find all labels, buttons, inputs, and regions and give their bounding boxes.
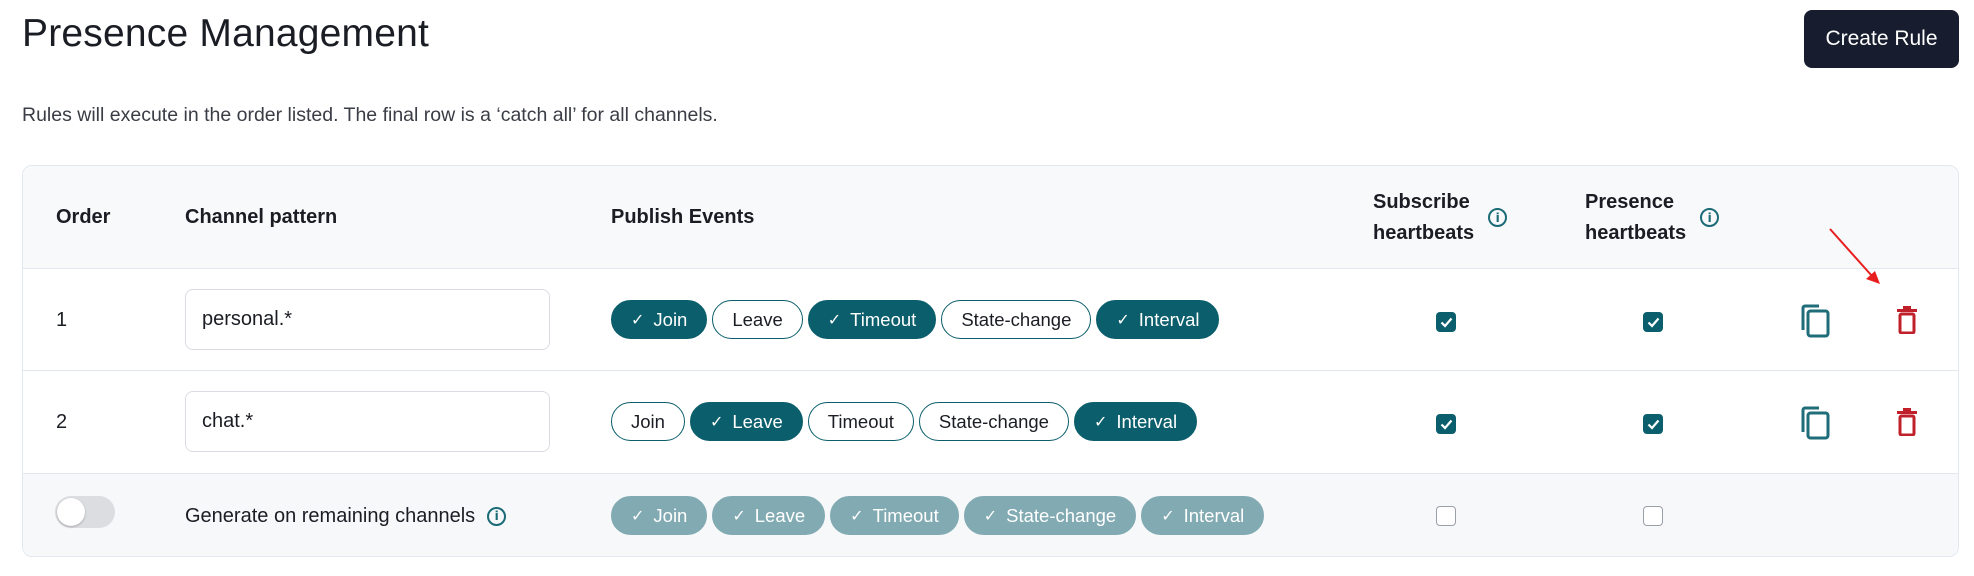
check-icon: ✓ [1116, 311, 1130, 329]
page-title: Presence Management [22, 12, 430, 55]
chip-label: Join [631, 410, 665, 432]
event-chip-timeout[interactable]: Timeout [807, 402, 914, 441]
header-publish-events: Publish Events [611, 206, 755, 228]
header-presence-heartbeats: Presence heartbeats i [1585, 166, 1720, 269]
header-channel-pattern: Channel pattern [185, 206, 338, 228]
check-icon: ✓ [850, 507, 864, 525]
table-row: 2 Join ✓ Leave Timeout State-change ✓ Inte… [23, 371, 1958, 474]
copy-rule-button[interactable] [1800, 304, 1832, 343]
event-chip-leave[interactable]: Leave [712, 300, 803, 339]
info-icon[interactable]: i [1488, 208, 1508, 227]
chip-label: State-change [961, 308, 1072, 330]
subscribe-heartbeats-checkbox[interactable] [1436, 506, 1456, 526]
event-chip-leave: ✓ Leave [712, 496, 826, 535]
header-subscribe-heartbeats: Subscribe heartbeats i [1373, 166, 1508, 269]
page-subtitle: Rules will execute in the order listed. … [22, 104, 718, 126]
subscribe-heartbeats-checkbox[interactable] [1436, 312, 1456, 332]
toggle-knob [57, 498, 85, 526]
event-chip-join[interactable]: Join [611, 402, 685, 441]
checkmark-icon [1440, 317, 1452, 328]
chip-label: State-change [1006, 504, 1117, 526]
header-presence-line2: heartbeats [1585, 221, 1687, 244]
delete-rule-button[interactable] [1897, 306, 1917, 339]
publish-events-chips: Join ✓ Leave Timeout State-change ✓ Interv… [611, 402, 1198, 441]
check-icon: ✓ [1093, 413, 1108, 431]
check-icon: ✓ [631, 507, 645, 525]
chip-label: Timeout [827, 410, 894, 432]
chip-label: Join [653, 504, 688, 526]
checkmark-icon [1440, 419, 1452, 430]
event-chip-state-change[interactable]: State-change [918, 402, 1069, 441]
chip-label: State-change [938, 410, 1049, 432]
chip-label: Join [653, 308, 688, 330]
check-icon: ✓ [709, 413, 724, 431]
chip-label: Leave [754, 504, 806, 526]
chip-label: Leave [732, 410, 783, 432]
channel-pattern-input[interactable] [185, 289, 550, 350]
channel-pattern-input[interactable] [185, 391, 550, 452]
event-chip-state-change: ✓ State-change [963, 496, 1137, 535]
check-icon: ✓ [732, 507, 746, 525]
catch-all-label: Generate on remaining channels [185, 504, 476, 527]
event-chip-state-change[interactable]: State-change [941, 300, 1092, 339]
presence-heartbeats-checkbox[interactable] [1643, 414, 1663, 434]
check-icon: ✓ [631, 311, 645, 329]
delete-rule-button[interactable] [1897, 408, 1917, 441]
catch-all-label-group: Generate on remaining channels i [185, 474, 507, 556]
check-icon: ✓ [1161, 507, 1175, 525]
table-header: Order Channel pattern Publish Events Sub… [23, 166, 1958, 269]
header-subscribe-heartbeats-label: Subscribe heartbeats [1373, 187, 1474, 249]
row-order: 1 [56, 308, 68, 331]
subscribe-heartbeats-checkbox[interactable] [1436, 414, 1456, 434]
row-order: 2 [56, 411, 68, 433]
header-presence-heartbeats-label: Presence heartbeats [1585, 187, 1686, 249]
header-subscribe-line1: Subscribe [1373, 190, 1470, 213]
event-chip-timeout[interactable]: ✓ Timeout [807, 300, 937, 339]
event-chip-interval: ✓ Interval [1141, 496, 1265, 535]
info-icon[interactable]: i [1700, 208, 1720, 227]
header-subscribe-line2: heartbeats [1373, 221, 1475, 244]
presence-heartbeats-checkbox[interactable] [1643, 312, 1663, 332]
create-rule-button[interactable]: Create Rule [1804, 10, 1959, 68]
publish-events-chips: ✓ Join Leave ✓ Timeout State-change ✓ Inter… [611, 300, 1220, 339]
event-chip-interval[interactable]: ✓ Interval [1073, 402, 1198, 441]
event-chip-join[interactable]: ✓ Join [611, 300, 708, 339]
check-icon: ✓ [983, 507, 998, 525]
event-chip-timeout: ✓ Timeout [830, 496, 959, 535]
rules-table: Order Channel pattern Publish Events Sub… [22, 165, 1959, 557]
catch-all-events-chips: ✓ Join ✓ Leave ✓ Timeout ✓ State-change ✓ Int… [611, 496, 1265, 535]
event-chip-leave[interactable]: ✓ Leave [689, 402, 803, 441]
trash-icon [1897, 408, 1917, 437]
chip-label: Timeout [850, 308, 917, 330]
presence-heartbeats-checkbox[interactable] [1643, 506, 1663, 526]
table-row: 1 ✓ Join Leave ✓ Timeout State-change ✓ Int… [23, 269, 1958, 371]
chip-label: Interval [1116, 410, 1178, 432]
catch-all-row: Generate on remaining channels i ✓ Join ✓… [23, 474, 1958, 556]
copy-icon [1801, 304, 1830, 338]
copy-rule-button[interactable] [1800, 406, 1832, 445]
chip-label: Leave [732, 308, 783, 330]
checkmark-icon [1647, 419, 1659, 430]
chip-label: Timeout [872, 504, 939, 526]
chip-label: Interval [1183, 504, 1245, 526]
checkmark-icon [1647, 317, 1659, 328]
header-order: Order [56, 206, 111, 228]
event-chip-join: ✓ Join [611, 496, 708, 535]
info-icon[interactable]: i [487, 506, 507, 526]
header-presence-line1: Presence [1585, 190, 1674, 213]
catch-all-toggle[interactable] [55, 496, 115, 528]
chip-label: Interval [1138, 308, 1200, 330]
check-icon: ✓ [827, 311, 842, 329]
event-chip-interval[interactable]: ✓ Interval [1096, 300, 1220, 339]
copy-icon [1801, 406, 1830, 440]
trash-icon [1897, 306, 1917, 335]
